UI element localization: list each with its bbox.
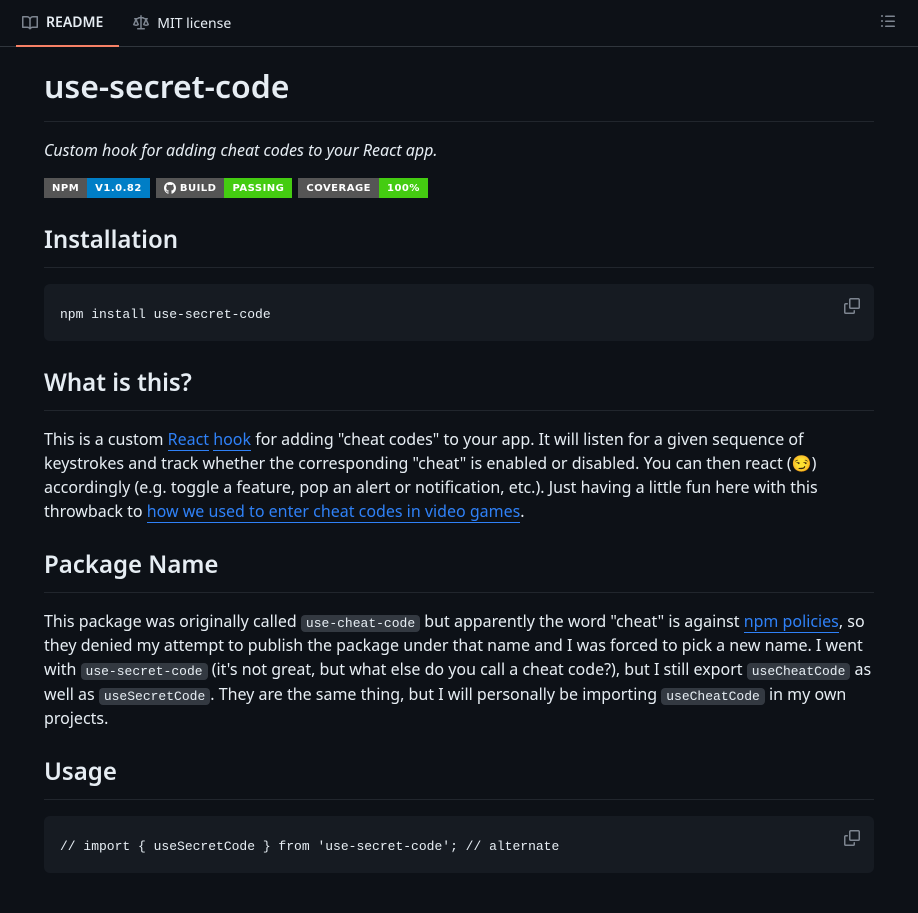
link-hook[interactable]: hook — [213, 428, 251, 451]
tab-bar: README MIT license — [0, 0, 918, 47]
badge-build-value: PASSING — [224, 178, 292, 198]
code-usecheatcode-1: useCheatCode — [747, 663, 851, 680]
heading-what: What is this? — [44, 365, 874, 411]
subtitle: Custom hook for adding cheat codes to yo… — [44, 138, 874, 162]
copy-button[interactable] — [838, 824, 866, 852]
tab-readme[interactable]: README — [16, 1, 119, 47]
badge-build-label: BUILD — [156, 178, 225, 198]
code-install: npm install use-secret-code — [60, 307, 271, 322]
link-npm-policies[interactable]: npm policies — [744, 610, 839, 633]
paragraph-what: This is a custom React hook for adding "… — [44, 427, 874, 523]
code-usecheatcode-2: useCheatCode — [661, 688, 765, 705]
copy-icon — [844, 830, 860, 846]
copy-icon — [844, 298, 860, 314]
link-cheat-codes[interactable]: how we used to enter cheat codes in vide… — [147, 500, 521, 523]
github-icon — [164, 182, 176, 194]
badge-npm-label: NPM — [44, 178, 87, 198]
code-block-usage: // import { useSecretCode } from 'use-se… — [44, 816, 874, 873]
heading-usage: Usage — [44, 754, 874, 800]
code-block-install: npm install use-secret-code — [44, 284, 874, 341]
badge-build[interactable]: BUILD PASSING — [156, 178, 293, 198]
badge-row: NPM V1.0.82 BUILD PASSING COVERAGE 100% — [44, 178, 874, 198]
heading-package: Package Name — [44, 547, 874, 593]
badge-coverage-label: COVERAGE — [298, 178, 379, 198]
tab-license[interactable]: MIT license — [127, 0, 247, 46]
badge-npm[interactable]: NPM V1.0.82 — [44, 178, 150, 198]
link-react[interactable]: React — [168, 428, 209, 451]
badge-coverage-value: 100% — [379, 178, 428, 198]
law-icon — [133, 15, 149, 31]
toc-button[interactable] — [874, 5, 902, 41]
page-title: use-secret-code — [44, 63, 874, 122]
book-icon — [22, 15, 38, 31]
heading-installation: Installation — [44, 222, 874, 268]
code-use-cheat-code: use-cheat-code — [301, 615, 420, 632]
code-use-secret-code: use-secret-code — [81, 663, 208, 680]
copy-button[interactable] — [838, 292, 866, 320]
tab-license-label: MIT license — [157, 13, 231, 34]
list-icon — [880, 13, 896, 29]
badge-npm-value: V1.0.82 — [87, 178, 150, 198]
badge-coverage[interactable]: COVERAGE 100% — [298, 178, 428, 198]
code-usage: // import { useSecretCode } from 'use-se… — [60, 839, 559, 854]
paragraph-package: This package was originally called use-c… — [44, 609, 874, 731]
tab-readme-label: README — [46, 12, 103, 33]
code-usesecretcode: useSecretCode — [99, 688, 210, 705]
